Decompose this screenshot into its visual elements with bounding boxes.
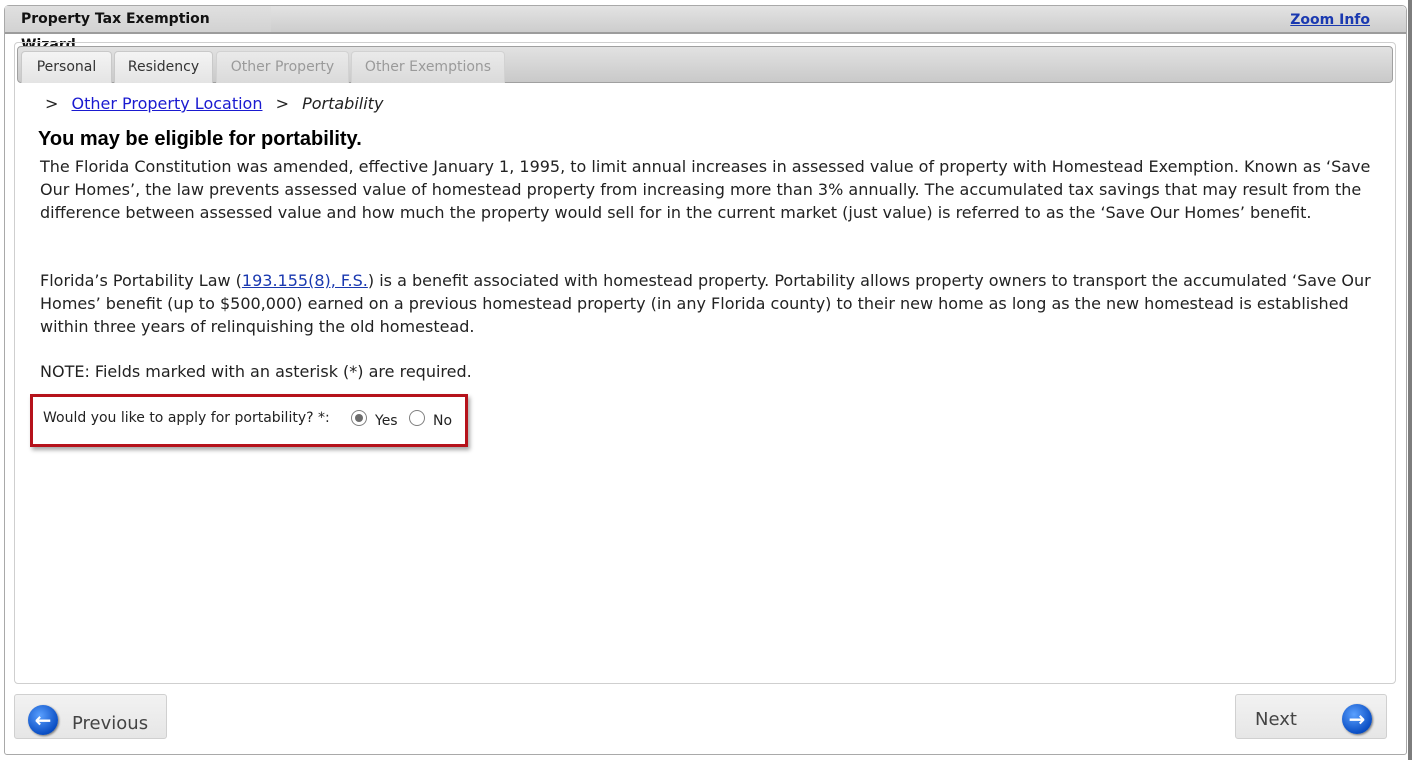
tab-other-property: Other Property [216, 51, 349, 83]
arrow-right-circle-icon: → [1342, 704, 1372, 734]
previous-button[interactable]: ← Previous [14, 694, 167, 739]
statute-link[interactable]: 193.155(8), F.S. [242, 271, 368, 290]
content-panel: Personal Residency Other Property Other … [14, 42, 1396, 684]
portability-text-before: Florida’s Portability Law ( [40, 271, 242, 290]
breadcrumb: > Other Property Location > Portability [45, 94, 383, 113]
breadcrumb-current: Portability [302, 94, 384, 113]
next-button[interactable]: Next → [1235, 694, 1387, 739]
title-bar: Property Tax Exemption Wizard Zoom Info [5, 6, 1406, 53]
wizard-window: Property Tax Exemption Wizard Zoom Info … [4, 5, 1407, 755]
radio-no-label[interactable]: No [433, 413, 452, 429]
tab-other-exemptions: Other Exemptions [351, 51, 505, 83]
radio-yes[interactable] [351, 410, 367, 426]
tab-personal[interactable]: Personal [21, 51, 112, 83]
save-our-homes-paragraph: The Florida Constitution was amended, ef… [40, 157, 1371, 222]
next-button-label: Next [1255, 709, 1297, 730]
breadcrumb-link-other-property-location[interactable]: Other Property Location [72, 94, 263, 113]
tab-residency[interactable]: Residency [114, 51, 213, 83]
window-edge [1408, 0, 1412, 760]
zoom-info-link[interactable]: Zoom Info [1290, 12, 1370, 28]
page-heading: You may be eligible for portability. [38, 128, 362, 150]
portability-paragraph: Florida’s Portability Law (193.155(8), F… [40, 269, 1380, 338]
breadcrumb-separator: > [275, 94, 289, 113]
required-note: NOTE: Fields marked with an asterisk (*)… [40, 362, 472, 381]
previous-button-label: Previous [72, 713, 149, 734]
arrow-left-circle-icon: ← [28, 705, 58, 735]
radio-no[interactable] [409, 410, 425, 426]
tab-bar: Personal Residency Other Property Other … [17, 46, 1393, 83]
window-title: Property Tax Exemption Wizard [5, 6, 271, 53]
question-label: Would you like to apply for portability?… [43, 410, 330, 426]
portability-question: Would you like to apply for portability?… [30, 394, 468, 447]
radio-yes-label[interactable]: Yes [375, 413, 398, 429]
breadcrumb-separator: > [45, 94, 59, 113]
